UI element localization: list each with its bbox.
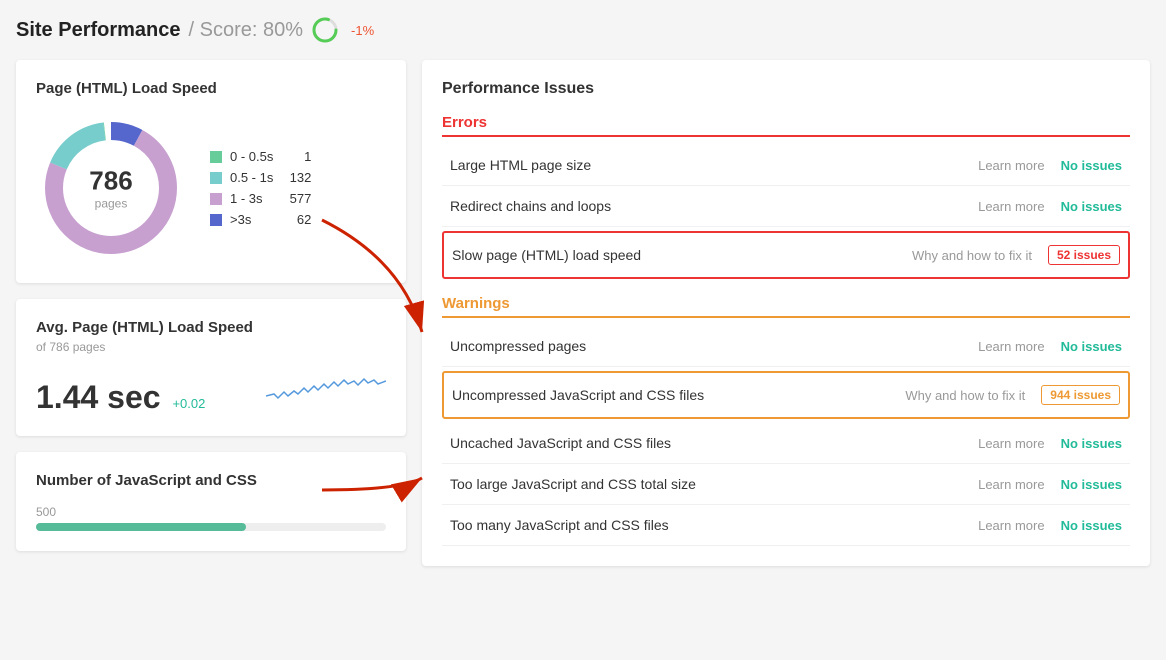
- score-circle-icon: [311, 16, 339, 44]
- issue-badge-uncompressed-js: 944 issues: [1041, 385, 1120, 405]
- donut-chart: 786 pages: [36, 113, 186, 263]
- issue-row-uncompressed-js: Uncompressed JavaScript and CSS files Wh…: [442, 371, 1130, 419]
- donut-count: 786: [89, 166, 132, 197]
- left-panel: Page (HTML) Load Speed: [16, 60, 406, 566]
- load-speed-card: Page (HTML) Load Speed: [16, 60, 406, 283]
- issue-name-slow-html: Slow page (HTML) load speed: [452, 247, 912, 263]
- avg-speed-title: Avg. Page (HTML) Load Speed: [36, 319, 386, 336]
- issue-row-many-js: Too many JavaScript and CSS files Learn …: [442, 505, 1130, 546]
- sparkline-svg: [266, 366, 386, 416]
- warnings-header: Warnings: [442, 295, 1130, 318]
- avg-speed-value: 1.44 sec: [36, 379, 161, 415]
- issue-badge-large-html: No issues: [1061, 158, 1122, 173]
- page-header: Site Performance / Score: 80% -1%: [16, 16, 1150, 44]
- avg-card-subtitle: of 786 pages: [36, 340, 386, 354]
- issue-name-uncached-js: Uncached JavaScript and CSS files: [450, 435, 978, 451]
- donut-section: 786 pages 0 - 0.5s 1 0.5 - 1s 132: [36, 113, 386, 263]
- legend-text-1: 0.5 - 1s: [230, 170, 273, 185]
- sparkline: [266, 366, 386, 416]
- bar-track: [36, 523, 386, 531]
- issue-link-many-js[interactable]: Learn more: [978, 518, 1044, 533]
- legend-item-1: 0.5 - 1s 132: [210, 170, 311, 185]
- legend-color-1: [210, 172, 222, 184]
- avg-speed-delta: +0.02: [172, 396, 205, 411]
- issue-link-uncompressed-pages[interactable]: Learn more: [978, 339, 1044, 354]
- issue-link-uncached-js[interactable]: Learn more: [978, 436, 1044, 451]
- issue-link-redirect[interactable]: Learn more: [978, 199, 1044, 214]
- issue-link-large-js[interactable]: Learn more: [978, 477, 1044, 492]
- js-card-bar: 500: [36, 505, 386, 531]
- js-count-title: Number of JavaScript and CSS: [36, 472, 386, 489]
- main-layout: Page (HTML) Load Speed: [16, 60, 1150, 566]
- score-delta: -1%: [351, 23, 374, 38]
- issue-name-uncompressed-pages: Uncompressed pages: [450, 338, 978, 354]
- issue-name-large-js: Too large JavaScript and CSS total size: [450, 476, 978, 492]
- issue-link-large-html[interactable]: Learn more: [978, 158, 1044, 173]
- bar-fill: [36, 523, 246, 531]
- legend-text-2: 1 - 3s: [230, 191, 273, 206]
- js-count-card: Number of JavaScript and CSS 500: [16, 452, 406, 551]
- issue-name-many-js: Too many JavaScript and CSS files: [450, 517, 978, 533]
- legend-item-2: 1 - 3s 577: [210, 191, 311, 206]
- legend-color-2: [210, 193, 222, 205]
- legend-val-0: 1: [281, 149, 311, 164]
- legend-val-1: 132: [281, 170, 311, 185]
- score-label: / Score: 80%: [189, 19, 304, 42]
- legend-color-0: [210, 151, 222, 163]
- issue-row-large-html: Large HTML page size Learn more No issue…: [442, 145, 1130, 186]
- issue-link-slow-html[interactable]: Why and how to fix it: [912, 248, 1032, 263]
- donut-center: 786 pages: [89, 166, 132, 211]
- issue-row-uncached-js: Uncached JavaScript and CSS files Learn …: [442, 423, 1130, 464]
- issue-link-uncompressed-js[interactable]: Why and how to fix it: [905, 388, 1025, 403]
- bar-label: 500: [36, 505, 386, 519]
- legend-item-3: >3s 62: [210, 212, 311, 227]
- avg-speed-card: Avg. Page (HTML) Load Speed of 786 pages…: [16, 299, 406, 436]
- issue-row-redirect: Redirect chains and loops Learn more No …: [442, 186, 1130, 227]
- donut-legend: 0 - 0.5s 1 0.5 - 1s 132 1 - 3s 577: [210, 149, 311, 227]
- issue-badge-many-js: No issues: [1061, 518, 1122, 533]
- legend-val-3: 62: [281, 212, 311, 227]
- legend-text-3: >3s: [230, 212, 273, 227]
- issue-badge-slow-html: 52 issues: [1048, 245, 1120, 265]
- issue-badge-redirect: No issues: [1061, 199, 1122, 214]
- page-title: Site Performance: [16, 19, 181, 42]
- load-speed-title: Page (HTML) Load Speed: [36, 80, 386, 97]
- issue-badge-uncached-js: No issues: [1061, 436, 1122, 451]
- issue-name-redirect: Redirect chains and loops: [450, 198, 978, 214]
- legend-val-2: 577: [281, 191, 311, 206]
- avg-speed-value-group: 1.44 sec +0.02: [36, 379, 205, 416]
- issue-row-slow-html: Slow page (HTML) load speed Why and how …: [442, 231, 1130, 279]
- legend-item-0: 0 - 0.5s 1: [210, 149, 311, 164]
- issue-badge-uncompressed-pages: No issues: [1061, 339, 1122, 354]
- issue-badge-large-js: No issues: [1061, 477, 1122, 492]
- errors-section: Errors Large HTML page size Learn more N…: [442, 114, 1130, 279]
- right-panel: Performance Issues Errors Large HTML pag…: [422, 60, 1150, 566]
- avg-speed-row: 1.44 sec +0.02: [36, 366, 386, 416]
- right-panel-title: Performance Issues: [442, 80, 1130, 98]
- donut-label: pages: [89, 197, 132, 211]
- issue-name-large-html: Large HTML page size: [450, 157, 978, 173]
- errors-header: Errors: [442, 114, 1130, 137]
- warnings-section: Warnings Uncompressed pages Learn more N…: [442, 295, 1130, 546]
- issue-row-uncompressed-pages: Uncompressed pages Learn more No issues: [442, 326, 1130, 367]
- legend-text-0: 0 - 0.5s: [230, 149, 273, 164]
- issue-row-large-js: Too large JavaScript and CSS total size …: [442, 464, 1130, 505]
- legend-color-3: [210, 214, 222, 226]
- issue-name-uncompressed-js: Uncompressed JavaScript and CSS files: [452, 387, 905, 403]
